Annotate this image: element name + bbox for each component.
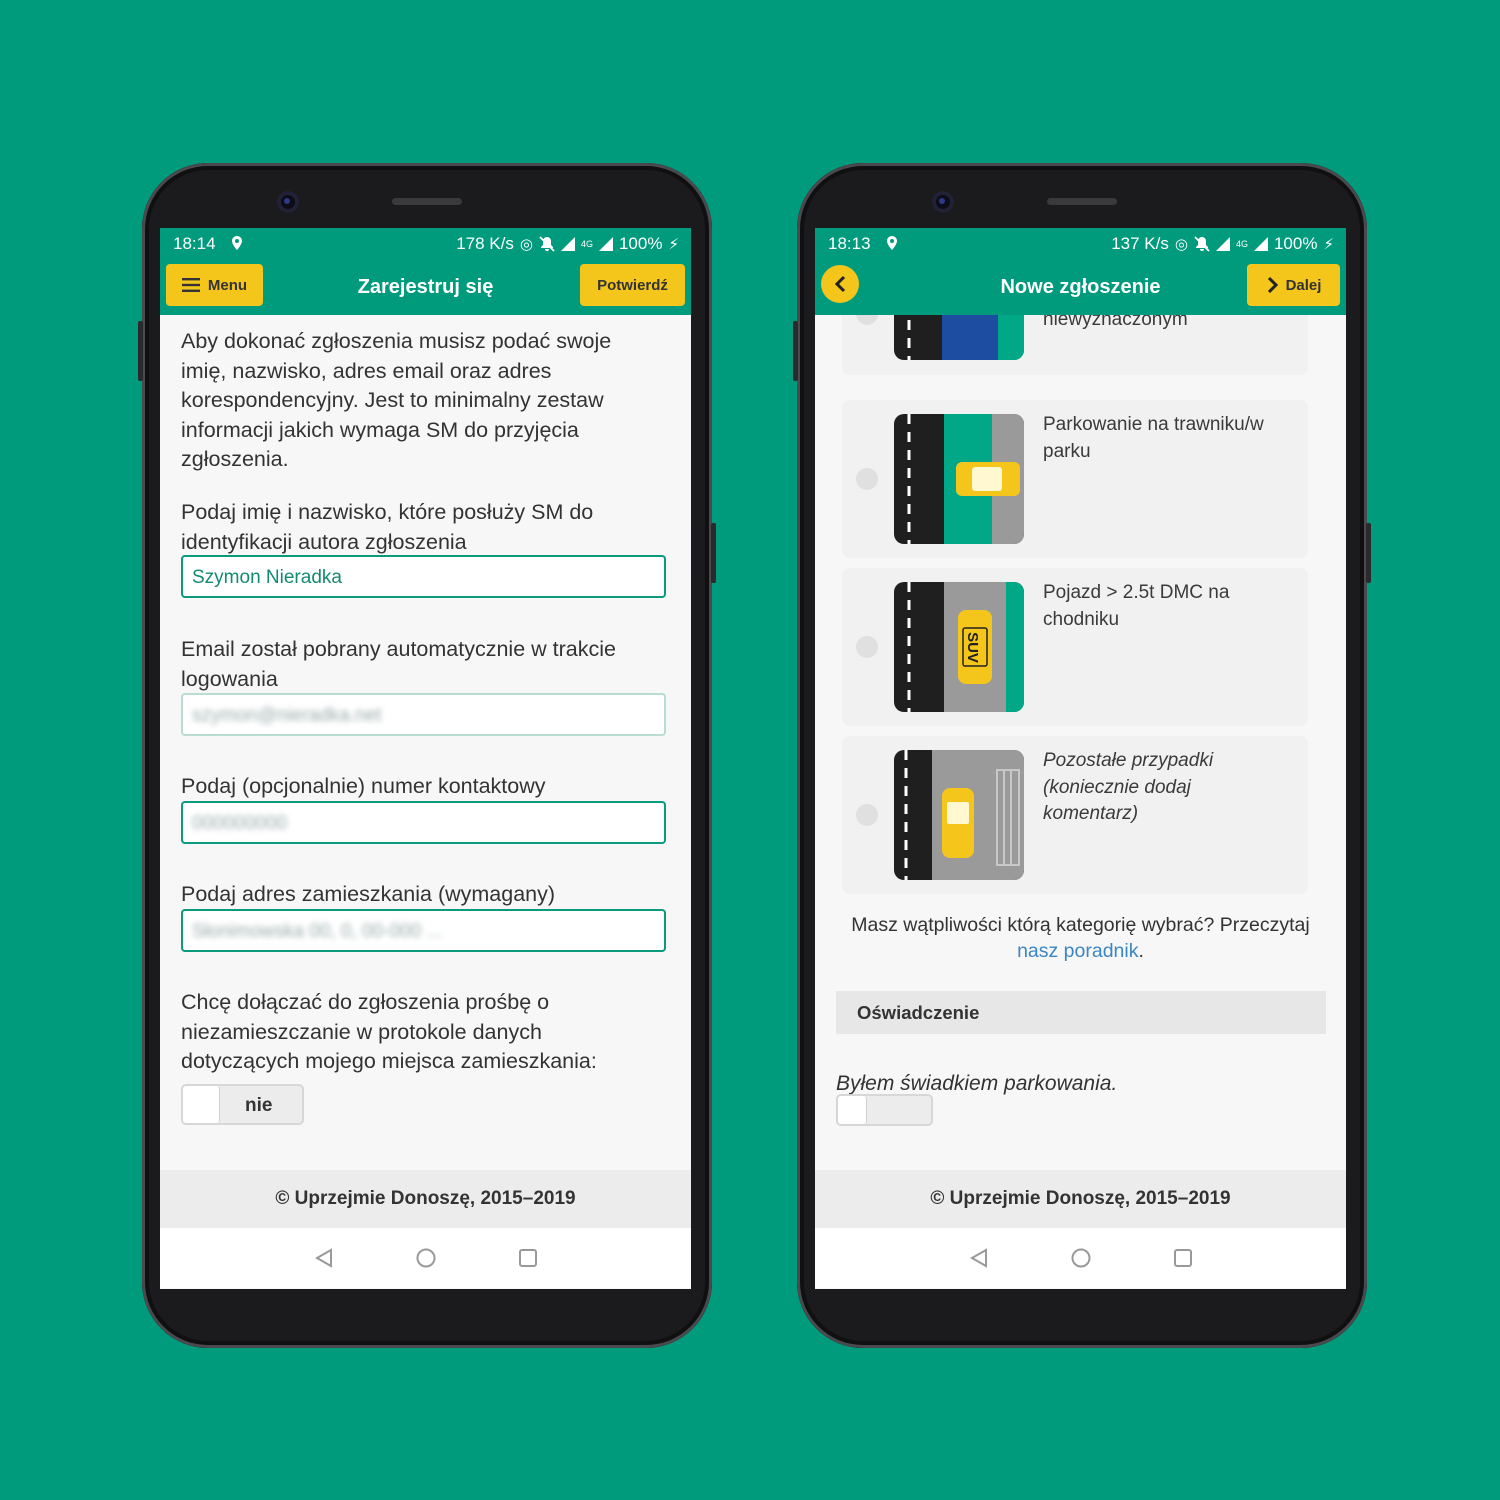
earpiece-speaker [392, 198, 462, 205]
hotspot-icon: ◎ [519, 236, 533, 253]
toggle-knob [183, 1086, 220, 1123]
intro-text: Aby dokonać zgłoszenia musisz podać swoj… [181, 329, 612, 471]
home-nav-icon[interactable] [1071, 1248, 1091, 1268]
email-field[interactable]: szymon@nieradka.net [181, 693, 666, 736]
signal-icon-2 [1253, 237, 1268, 251]
app-bar: Menu Zarejestruj się Potwierdź [160, 262, 691, 315]
footer: © Uprzejmie Donoszę, 2015–2019 [160, 1170, 691, 1228]
charging-icon: ⚡ [1323, 236, 1334, 253]
mute-bell-icon [1194, 236, 1210, 252]
toggle-label: nie [245, 1095, 273, 1116]
hint-text: Masz wątpliwości którą kategorię wybrać?… [833, 912, 1328, 964]
net-type: 4G [580, 239, 593, 249]
phone-value: 000000000 [192, 813, 288, 834]
status-time: 18:14 [173, 234, 216, 253]
mute-bell-icon [539, 236, 555, 252]
volume-button [138, 321, 143, 381]
status-bar: 18:14 178 K/s ◎ 4G 100% ⚡ [160, 228, 691, 262]
phone-label: Podaj (opcjonalnie) numer kontaktowy [181, 774, 546, 798]
name-field[interactable]: Szymon Nieradka [181, 555, 666, 598]
recents-nav-icon[interactable] [1173, 1248, 1193, 1268]
confirm-label: Potwierdź [597, 276, 668, 294]
guide-link[interactable]: nasz poradnik [1017, 940, 1138, 962]
address-field[interactable]: Słonimowska 00, 0, 00-000 ... [181, 909, 666, 952]
recents-nav-icon[interactable] [518, 1248, 538, 1268]
battery-level: 100% [618, 234, 663, 253]
category-image-other [894, 750, 1024, 880]
location-icon [887, 236, 897, 250]
net-type: 4G [1235, 239, 1248, 249]
category-radio[interactable] [856, 804, 878, 826]
back-nav-icon[interactable] [969, 1248, 989, 1268]
footer: © Uprzejmie Donoszę, 2015–2019 [815, 1170, 1346, 1228]
email-label: Email został pobrany automatycznie w tra… [181, 637, 616, 691]
section-header: Oświadczenie [836, 991, 1326, 1034]
front-camera [932, 191, 954, 213]
status-right: 178 K/s ◎ 4G 100% ⚡ [456, 234, 679, 254]
privacy-label: Chcę dołączać do zgłoszenia prośbę o nie… [181, 990, 597, 1073]
address-value: Słonimowska 00, 0, 00-000 ... [192, 921, 443, 942]
app-bar: Nowe zgłoszenie Dalej [815, 262, 1346, 315]
category-label: Pozostałe przypadki (koniecznie dodaj ko… [1043, 750, 1214, 824]
email-value: szymon@nieradka.net [192, 705, 382, 726]
signal-icon [560, 237, 575, 251]
confirm-button[interactable]: Potwierdź [580, 264, 685, 306]
category-radio[interactable] [856, 636, 878, 658]
address-label: Podaj adres zamieszkania (wymagany) [181, 882, 556, 906]
category-image-grass [894, 414, 1024, 544]
phone-left: 18:14 178 K/s ◎ 4G 100% ⚡ Menu Zarejestr… [138, 163, 716, 1348]
power-button [1366, 523, 1371, 583]
category-radio[interactable] [856, 468, 878, 490]
category-label: Parkowanie na trawniku/w parku [1043, 414, 1264, 462]
hint-prefix: Masz wątpliwości którą kategorię wybrać?… [851, 914, 1310, 936]
power-button [711, 523, 716, 583]
charging-icon: ⚡ [668, 236, 679, 253]
network-speed: 137 K/s [1111, 234, 1169, 253]
screen: niewyznaczonym Parkowanie na trawniku/w … [815, 228, 1346, 1289]
phone-right: niewyznaczonym Parkowanie na trawniku/w … [793, 163, 1371, 1348]
suv-badge: SUV [963, 632, 981, 663]
phone-field[interactable]: 000000000 [181, 801, 666, 844]
network-speed: 178 K/s [456, 234, 514, 253]
status-time: 18:13 [828, 234, 871, 253]
home-nav-icon[interactable] [416, 1248, 436, 1268]
chevron-right-icon [1267, 276, 1278, 294]
signal-icon [1215, 237, 1230, 251]
nav-bar [815, 1228, 1346, 1288]
earpiece-speaker [1047, 198, 1117, 205]
toggle-knob [838, 1096, 867, 1124]
category-card[interactable]: SUV Pojazd > 2.5t DMC na chodniku [842, 568, 1308, 726]
witness-toggle[interactable] [836, 1094, 933, 1126]
battery-level: 100% [1273, 234, 1318, 253]
status-bar: 18:13 137 K/s ◎ 4G 100% ⚡ [815, 228, 1346, 262]
category-card[interactable]: Parkowanie na trawniku/w parku [842, 400, 1308, 558]
volume-button [793, 321, 798, 381]
screen: 18:14 178 K/s ◎ 4G 100% ⚡ Menu Zarejestr… [160, 228, 691, 1289]
next-label: Dalej [1285, 276, 1322, 294]
location-icon [232, 236, 242, 250]
name-label: Podaj imię i nazwisko, które posłuży SM … [181, 500, 594, 554]
signal-icon-2 [598, 237, 613, 251]
privacy-toggle[interactable]: nie [181, 1084, 304, 1125]
category-image-suv: SUV [894, 582, 1024, 712]
back-nav-icon[interactable] [314, 1248, 334, 1268]
hint-end: . [1138, 940, 1144, 962]
next-button[interactable]: Dalej [1247, 264, 1340, 306]
category-card[interactable]: Pozostałe przypadki (koniecznie dodaj ko… [842, 736, 1308, 894]
hotspot-icon: ◎ [1174, 236, 1188, 253]
category-label: Pojazd > 2.5t DMC na chodniku [1043, 582, 1230, 630]
status-right: 137 K/s ◎ 4G 100% ⚡ [1111, 234, 1334, 254]
nav-bar [160, 1228, 691, 1288]
front-camera [277, 191, 299, 213]
